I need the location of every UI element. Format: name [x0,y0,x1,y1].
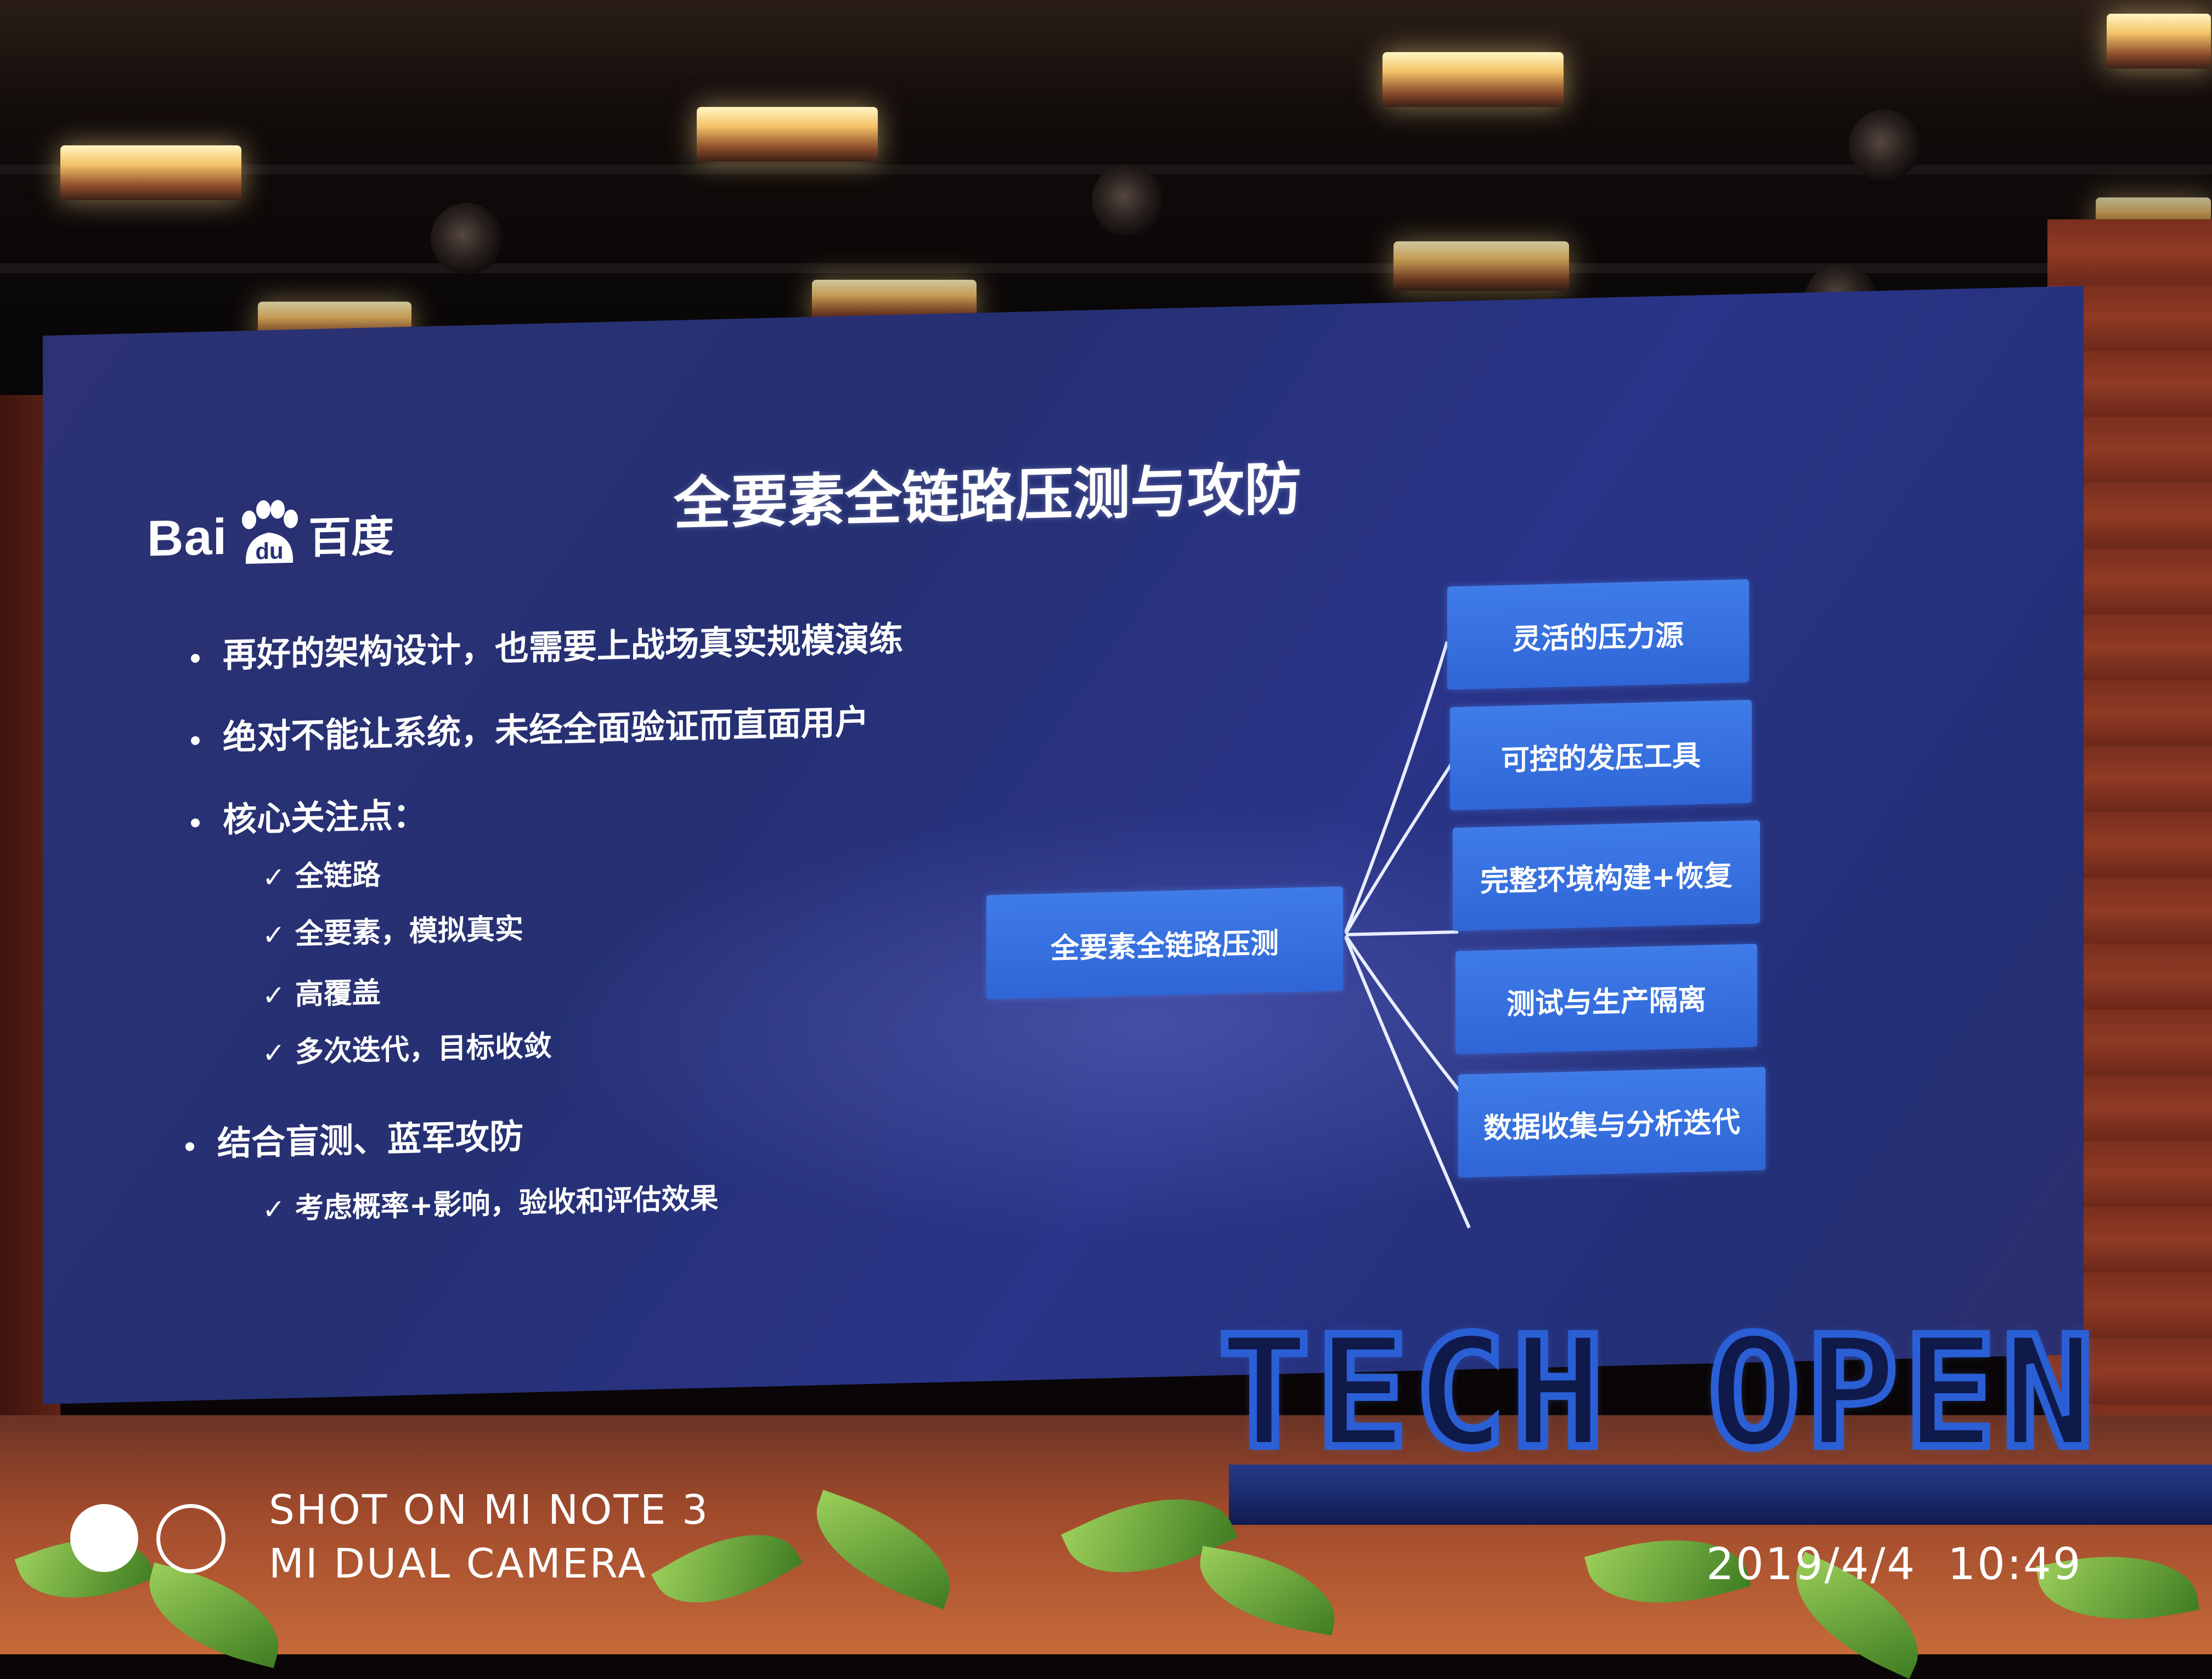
tech-open-sign: TECH OPEN [1214,1304,2100,1483]
diagram-branch-node: 完整环境构建+恢复 [1453,820,1760,931]
stage-light [1383,52,1564,107]
diagram-center-node: 全要素全链路压测 [986,886,1343,999]
diagram-branch-node: 可控的发压工具 [1450,699,1752,811]
diagram-branch-node: 测试与生产隔离 [1455,943,1757,1055]
diagram-branch-node: 数据收集与分析迭代 [1458,1067,1765,1178]
watermark-ring-icon [156,1504,225,1573]
stage-light [697,107,878,162]
stage-light [2107,14,2211,69]
spotlight [431,203,502,274]
diagram-branch-node: 灵活的压力源 [1447,579,1749,690]
watermark-line2: MI DUAL CAMERA [269,1540,647,1587]
projection-screen: Bai du 百度 全要素全链路压测与攻防 再好的架构设计，也需要上战场真实规模… [43,286,2084,1404]
truss [0,263,2212,273]
connector-line [1344,641,1449,932]
watermark-dot-icon [70,1504,138,1572]
watermark-datetime: 2019/4/4 10:49 [1706,1539,2083,1590]
diagram-connectors [1344,641,1471,1229]
stage-light [1393,241,1569,291]
spotlight [1092,165,1163,236]
watermark-line1: SHOT ON MI NOTE 3 [269,1486,710,1534]
stage-light [60,145,241,200]
spotlight [1849,110,1920,181]
connector-line [1344,936,1471,1229]
connector-line [1346,930,1458,936]
